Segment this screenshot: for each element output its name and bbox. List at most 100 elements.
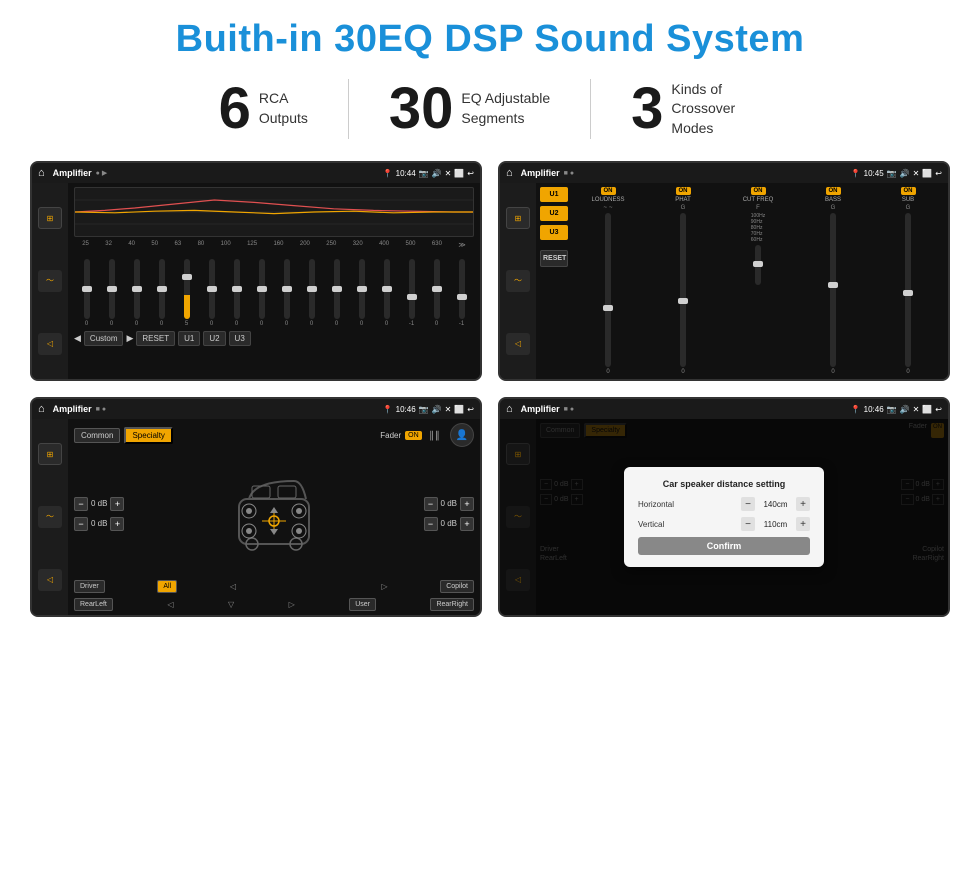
mixer-left-panel: ⊞ 〜 ◁: [500, 183, 536, 379]
eq-prev-btn[interactable]: ◀: [74, 333, 81, 344]
eq-slider-11: 0: [359, 259, 365, 327]
fader-icon-sliders[interactable]: ⊞: [38, 443, 62, 465]
eq-home-icon: ⌂: [38, 167, 45, 179]
eq-slider-0: 0: [84, 259, 90, 327]
specialty-button[interactable]: Specialty: [124, 427, 172, 444]
db-minus-3[interactable]: −: [424, 517, 438, 531]
mixer-icon-sliders[interactable]: ⊞: [506, 207, 530, 229]
eq-screen: ⌂ Amplifier ● ▶ 📍 10:44 📷 🔊 ✕ ⬜ ↩ ⊞ 〜 ◁: [30, 161, 482, 381]
screens-grid: ⌂ Amplifier ● ▶ 📍 10:44 📷 🔊 ✕ ⬜ ↩ ⊞ 〜 ◁: [30, 161, 950, 617]
eq-icon-wave[interactable]: 〜: [38, 270, 62, 292]
db-row-1: − 0 dB +: [74, 517, 124, 531]
fader-label: Fader: [380, 431, 401, 440]
mixer-preset-u1[interactable]: U1: [540, 187, 568, 202]
phat-label: PHAT: [675, 197, 691, 203]
dialog-home-icon: ⌂: [506, 403, 513, 415]
left-db-controls: − 0 dB + − 0 dB +: [74, 497, 124, 531]
eq-next-btn[interactable]: ▶: [126, 333, 133, 344]
page-title: Buith-in 30EQ DSP Sound System: [30, 18, 950, 61]
eq-status-bar: ⌂ Amplifier ● ▶ 📍 10:44 📷 🔊 ✕ ⬜ ↩: [32, 163, 480, 183]
dialog-screen: ⌂ Amplifier ■ ● 📍 10:46 📷 🔊 ✕ ⬜ ↩ ⊞ 〜: [498, 397, 950, 617]
horizontal-minus-btn[interactable]: −: [741, 497, 755, 511]
driver-button[interactable]: Driver: [74, 580, 105, 593]
mixer-preset-u2[interactable]: U2: [540, 206, 568, 221]
vertical-minus-btn[interactable]: −: [741, 517, 755, 531]
db-value-3: 0 dB: [441, 519, 457, 528]
sub-slider[interactable]: [905, 213, 911, 367]
stat-rca-label: RCAOutputs: [259, 89, 308, 128]
phat-on-badge: ON: [676, 187, 691, 195]
loudness-slider[interactable]: [605, 213, 611, 367]
user-button[interactable]: User: [349, 598, 376, 611]
fader-home-icon: ⌂: [38, 403, 45, 415]
eq-custom-btn[interactable]: Custom: [84, 331, 124, 346]
eq-left-panel: ⊞ 〜 ◁: [32, 183, 68, 379]
dialog-content: ⊞ 〜 ◁ Common Specialty Fader ON −: [500, 419, 948, 615]
bass-label: BASS: [825, 197, 841, 203]
eq-icon-speaker[interactable]: ◁: [38, 333, 62, 355]
eq-slider-14: 0: [434, 259, 440, 327]
mixer-home-icon: ⌂: [506, 167, 513, 179]
cutfreq-on-badge: ON: [751, 187, 766, 195]
eq-reset-btn[interactable]: RESET: [136, 331, 175, 346]
bass-slider[interactable]: [830, 213, 836, 367]
mixer-main-area: U1 U2 U3 RESET ON LOUDNESS ~~: [536, 183, 948, 379]
eq-icon-sliders[interactable]: ⊞: [38, 207, 62, 229]
fader-icon-wave[interactable]: 〜: [38, 506, 62, 528]
horizontal-plus-btn[interactable]: +: [796, 497, 810, 511]
eq-status-icons: 📍 10:44 📷 🔊 ✕ ⬜ ↩: [383, 169, 474, 178]
eq-slider-8: 0: [284, 259, 290, 327]
stat-rca: 6 RCAOutputs: [179, 80, 348, 138]
sub-on-badge: ON: [901, 187, 916, 195]
fader-icon-speaker[interactable]: ◁: [38, 569, 62, 591]
mixer-icon-wave[interactable]: 〜: [506, 270, 530, 292]
db-value-0: 0 dB: [91, 499, 107, 508]
cutfreq-slider[interactable]: [755, 245, 761, 285]
db-minus-1[interactable]: −: [74, 517, 88, 531]
eq-freq-labels: 2532405063 80100125160200 25032040050063…: [74, 241, 474, 249]
eq-slider-5: 0: [209, 259, 215, 327]
speaker-dialog: Car speaker distance setting Horizontal …: [624, 467, 824, 567]
mixer-channel-loudness: ON LOUDNESS ~~ 0: [572, 187, 644, 375]
eq-u1-btn[interactable]: U1: [178, 331, 200, 346]
mixer-icon-speaker[interactable]: ◁: [506, 333, 530, 355]
db-plus-0[interactable]: +: [110, 497, 124, 511]
db-plus-2[interactable]: +: [460, 497, 474, 511]
horizontal-value: 140cm: [758, 500, 793, 509]
eq-u2-btn[interactable]: U2: [203, 331, 225, 346]
stat-crossover-label: Kinds ofCrossover Modes: [671, 80, 761, 139]
rearleft-button[interactable]: RearLeft: [74, 598, 113, 611]
vertical-plus-btn[interactable]: +: [796, 517, 810, 531]
mixer-channel-sub: ON SUB G 0: [872, 187, 944, 375]
eq-graph: [74, 187, 474, 237]
db-minus-0[interactable]: −: [74, 497, 88, 511]
loudness-label: LOUDNESS: [591, 197, 624, 203]
confirm-button[interactable]: Confirm: [638, 537, 810, 555]
all-button[interactable]: All: [157, 580, 177, 593]
db-minus-2[interactable]: −: [424, 497, 438, 511]
fader-left-panel: ⊞ 〜 ◁: [32, 419, 68, 615]
eq-slider-1: 0: [109, 259, 115, 327]
common-button[interactable]: Common: [74, 428, 120, 443]
rearright-button[interactable]: RearRight: [430, 598, 474, 611]
phat-slider[interactable]: [680, 213, 686, 367]
db-row-3: − 0 dB +: [424, 517, 474, 531]
fader-top-bar: Common Specialty Fader ON ║║ 👤: [74, 423, 474, 447]
copilot-button[interactable]: Copilot: [440, 580, 474, 593]
mixer-content: ⊞ 〜 ◁ U1 U2 U3 RESET ON LOU: [500, 183, 948, 379]
db-value-2: 0 dB: [441, 499, 457, 508]
eq-slider-13: -1: [409, 259, 415, 327]
eq-u3-btn[interactable]: U3: [229, 331, 251, 346]
fader-bottom-bar-2: RearLeft ◁ ▽ ▷ User RearRight: [74, 598, 474, 611]
mixer-status-icons: 📍 10:45 📷 🔊 ✕ ⬜ ↩: [851, 169, 942, 178]
db-row-2: − 0 dB +: [424, 497, 474, 511]
db-plus-1[interactable]: +: [110, 517, 124, 531]
mixer-preset-u3[interactable]: U3: [540, 225, 568, 240]
db-row-0: − 0 dB +: [74, 497, 124, 511]
db-plus-3[interactable]: +: [460, 517, 474, 531]
vertical-control: − 110cm +: [741, 517, 810, 531]
horizontal-control: − 140cm +: [741, 497, 810, 511]
fader-main-area: Common Specialty Fader ON ║║ 👤 − 0 dB: [68, 419, 480, 615]
mixer-reset-btn[interactable]: RESET: [540, 250, 568, 267]
mixer-status-title: Amplifier: [521, 168, 560, 178]
